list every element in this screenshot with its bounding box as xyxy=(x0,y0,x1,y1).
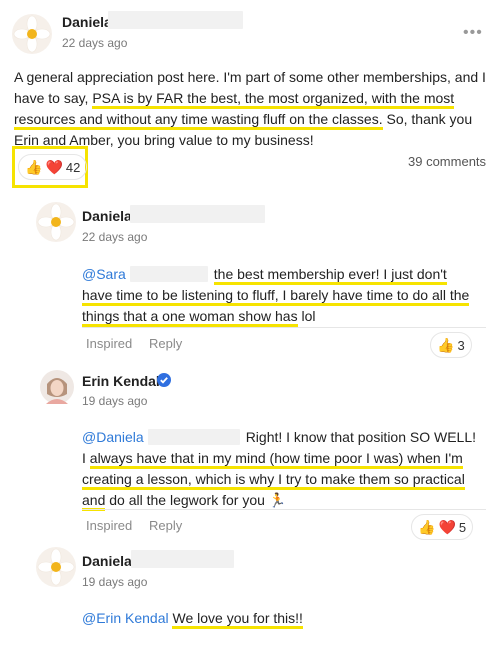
inspired-button[interactable]: Inspired xyxy=(86,336,132,351)
verified-badge-icon xyxy=(157,373,171,387)
redacted-name-block xyxy=(108,11,243,29)
inspired-button[interactable]: Inspired xyxy=(86,518,132,533)
redacted-name-block xyxy=(131,550,234,568)
post-timestamp: 22 days ago xyxy=(62,36,128,50)
reply-button[interactable]: Reply xyxy=(149,518,182,533)
more-options-icon[interactable]: ••• xyxy=(463,24,483,42)
mention-link[interactable]: @Sara xyxy=(82,266,126,282)
redacted-name-block xyxy=(129,266,208,282)
thumbs-up-icon: 👍 xyxy=(437,336,455,353)
comments-count-link[interactable]: 39 comments xyxy=(408,154,486,169)
comment-author-name[interactable]: Erin Kendal xyxy=(82,373,160,389)
comment-reaction-count: 3 xyxy=(457,337,465,353)
thumbs-up-icon: 👍 xyxy=(418,518,436,535)
post-body: A general appreciation post here. I'm pa… xyxy=(14,67,486,151)
comment-avatar[interactable] xyxy=(36,547,76,587)
comment-reactions-pill[interactable]: 👍 ❤️ 5 xyxy=(411,514,474,540)
comment-timestamp: 19 days ago xyxy=(82,394,148,408)
comment-avatar[interactable] xyxy=(40,370,74,404)
post-author-name[interactable]: Daniela xyxy=(62,14,112,30)
comment-timestamp: 22 days ago xyxy=(82,230,148,244)
post-avatar[interactable] xyxy=(12,14,52,54)
heart-icon: ❤️ xyxy=(438,518,456,535)
comment-divider xyxy=(82,327,486,328)
comment-body: @Daniela Right! I know that position SO W… xyxy=(82,427,480,511)
comment-reaction-count: 5 xyxy=(458,519,467,535)
daisy-avatar-icon xyxy=(36,547,76,587)
comment-author-name[interactable]: Daniela xyxy=(82,553,132,569)
comment-body: @Sara the best membership ever! I just do… xyxy=(82,264,480,327)
heart-icon: ❤️ xyxy=(45,158,63,175)
daisy-avatar-icon xyxy=(12,14,52,54)
user-photo-avatar-icon xyxy=(40,370,74,404)
mention-link[interactable]: @Daniela xyxy=(82,429,144,445)
post-reaction-count: 42 xyxy=(65,159,81,175)
reply-button[interactable]: Reply xyxy=(149,336,182,351)
comment-body: @Erin Kendal We love you for this!! xyxy=(82,608,480,629)
thumbs-up-icon: 👍 xyxy=(25,158,43,175)
post-reactions-pill[interactable]: 👍 ❤️ 42 xyxy=(18,154,88,180)
comment-avatar[interactable] xyxy=(36,202,76,242)
comment-divider xyxy=(82,509,486,510)
comment-author-name[interactable]: Daniela xyxy=(82,208,132,224)
redacted-name-block xyxy=(147,429,240,445)
comment-timestamp: 19 days ago xyxy=(82,575,148,589)
comment-text-tail: do all the legwork for you 🏃 xyxy=(105,492,287,508)
daisy-avatar-icon xyxy=(36,202,76,242)
comment-text-tail: lol xyxy=(297,308,316,324)
comment-reactions-pill[interactable]: 👍 3 xyxy=(430,332,472,358)
mention-link[interactable]: @Erin Kendal xyxy=(82,610,169,626)
comment-text-highlight: We love you for this!! xyxy=(172,610,303,629)
redacted-name-block xyxy=(130,205,265,223)
